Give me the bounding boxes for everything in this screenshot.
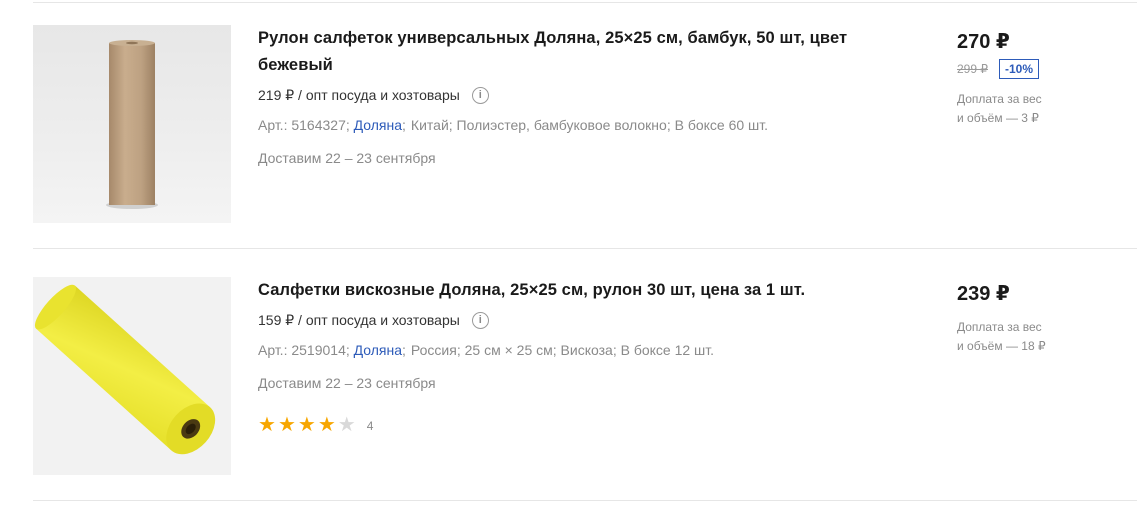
product-title[interactable]: Рулон салфеток универсальных Доляна, 25×… — [258, 25, 858, 79]
attr-country: Россия; — [410, 342, 461, 358]
extra-charge-line1: Доплата за вес — [957, 92, 1042, 106]
extra-charge: Доплата за вес и объём — 3 ₽ — [957, 90, 1117, 128]
current-price: 270 ₽ — [957, 31, 1010, 53]
extra-charge-line2: и объём — 18 ₽ — [957, 339, 1046, 353]
top-divider — [33, 2, 1137, 3]
star-icon: ★ — [277, 414, 296, 436]
product-divider — [33, 500, 1137, 501]
product-card: Салфетки вискозные Доляна, 25×25 см, рул… — [33, 277, 1137, 501]
discount-badge: -10% — [999, 59, 1040, 79]
old-price: 299 ₽ — [957, 62, 988, 76]
product-attributes: Арт.: 5164327; Доляна; Китай; Полиэстер, … — [258, 117, 769, 133]
product-card: Рулон салфеток универсальных Доляна, 25×… — [33, 25, 1137, 249]
brand-link[interactable]: Доляна — [354, 117, 402, 133]
attr-box: В боксе 60 шт. — [674, 117, 769, 133]
beige-napkin-roll-icon — [106, 40, 158, 209]
attr-material: Полиэстер, бамбуковое волокно; — [456, 117, 671, 133]
opt-price-text: 159 ₽ / опт посуда и хозтовары — [258, 312, 460, 328]
price-block: 239 ₽ Доплата за вес и объём — 18 ₽ — [957, 282, 1117, 356]
attr-material: Вискоза; — [560, 342, 617, 358]
rating-stars: ★ ★ ★ ★ ★ — [258, 415, 358, 436]
delivery-date: Доставим 22 – 23 сентября — [258, 150, 436, 166]
current-price: 239 ₽ — [957, 283, 1010, 305]
yellow-napkin-roll-icon — [34, 284, 216, 455]
opt-price: 219 ₽ / опт посуда и хозтовары i — [258, 85, 858, 105]
extra-charge-line1: Доплата за вес — [957, 320, 1042, 334]
attr-box: В боксе 12 шт. — [620, 342, 715, 358]
price-block: 270 ₽ 299 ₽ -10% Доплата за вес и объём … — [957, 30, 1117, 128]
star-icon: ★ — [337, 414, 356, 436]
article-number: Арт.: 2519014; — [258, 342, 350, 358]
product-image[interactable] — [33, 25, 231, 223]
rating-count: 4 — [366, 418, 374, 433]
product-title[interactable]: Салфетки вискозные Доляна, 25×25 см, рул… — [258, 277, 858, 304]
brand-link[interactable]: Доляна — [354, 342, 402, 358]
product-image[interactable] — [33, 277, 231, 475]
product-divider — [33, 248, 1137, 249]
opt-price: 159 ₽ / опт посуда и хозтовары i — [258, 310, 858, 330]
attr-size: 25 см × 25 см; — [464, 342, 557, 358]
extra-charge: Доплата за вес и объём — 18 ₽ — [957, 318, 1117, 356]
star-icon: ★ — [297, 414, 316, 436]
info-icon[interactable]: i — [471, 311, 489, 329]
star-icon: ★ — [317, 414, 336, 436]
info-icon[interactable]: i — [471, 86, 489, 104]
star-icon: ★ — [258, 414, 276, 436]
article-number: Арт.: 5164327; — [258, 117, 350, 133]
delivery-date: Доставим 22 – 23 сентября — [258, 375, 436, 391]
attr-country: Китай; — [410, 117, 453, 133]
extra-charge-line2: и объём — 3 ₽ — [957, 111, 1039, 125]
rating[interactable]: ★ ★ ★ ★ ★ 4 — [258, 415, 858, 436]
opt-price-text: 219 ₽ / опт посуда и хозтовары — [258, 87, 460, 103]
product-attributes: Арт.: 2519014; Доляна; Россия; 25 см × 25… — [258, 342, 715, 358]
